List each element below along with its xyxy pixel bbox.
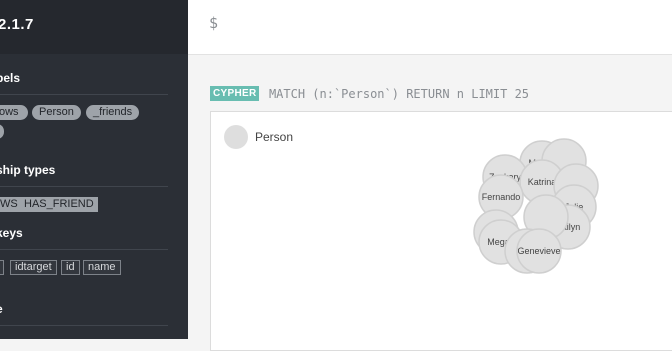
key-overflow[interactable] (0, 260, 4, 275)
divider (0, 249, 168, 250)
label-pill-overflow[interactable] (0, 124, 4, 139)
sidebar: 2.1.7 bels ows Person _friends ship type… (0, 0, 188, 339)
key-name[interactable]: name (83, 260, 121, 275)
version-label: 2.1.7 (0, 16, 34, 33)
relationship-types-title: ship types (0, 163, 56, 177)
divider (0, 325, 168, 326)
graph-node[interactable]: Genevieve (516, 228, 562, 274)
section-title: e (0, 302, 3, 316)
property-keys-title: keys (0, 226, 23, 240)
label-pill-person[interactable]: Person (32, 105, 81, 120)
divider (0, 186, 168, 187)
label-pill-friends[interactable]: _friends (86, 105, 140, 120)
divider (0, 94, 168, 95)
rel-type-has-friend[interactable]: HAS_FRIEND (20, 197, 98, 212)
key-id[interactable]: id (61, 260, 80, 275)
key-idtarget[interactable]: idtarget (10, 260, 57, 275)
main-area: $ CYPHER MATCH (n:`Person`) RETURN n LIM… (188, 0, 672, 351)
graph-node-label: Katrina (528, 177, 557, 187)
graph-node-label: Genevieve (517, 246, 560, 256)
query-editor[interactable]: $ (188, 0, 672, 55)
graph-canvas[interactable]: MasonZackaryKatrinaFernandoJolieKailynLa… (211, 112, 672, 340)
result-frame-header: CYPHER MATCH (n:`Person`) RETURN n LIMIT… (210, 85, 529, 102)
query-text[interactable]: MATCH (n:`Person`) RETURN n LIMIT 25 (269, 87, 529, 101)
node-labels-title: bels (0, 71, 21, 85)
cypher-badge: CYPHER (210, 86, 260, 102)
prompt-symbol: $ (209, 14, 219, 32)
rel-type-ws[interactable]: WS (0, 197, 22, 212)
result-frame: Person MasonZackaryKatrinaFernandoJolieK… (210, 111, 672, 351)
label-pill-ows[interactable]: ows (0, 105, 28, 120)
sidebar-header: 2.1.7 (0, 0, 188, 54)
graph-node-label: Fernando (482, 192, 521, 202)
